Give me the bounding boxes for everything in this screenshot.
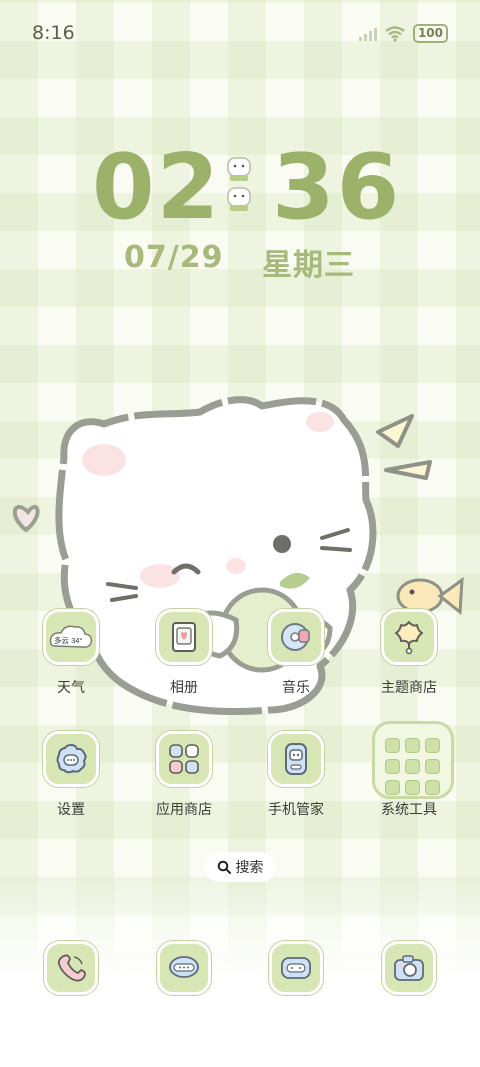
folder-app-icon: [425, 759, 440, 774]
status-bar: 8:16 100: [0, 0, 480, 68]
status-time: 8:16: [32, 22, 75, 44]
folder-system-tools[interactable]: [372, 721, 454, 799]
phone-icon: [44, 941, 98, 995]
browser-icon: [269, 941, 323, 995]
settings-icon: [43, 731, 99, 787]
weather-icon: 多云 34°: [43, 609, 99, 665]
battery-icon: 100: [412, 24, 448, 43]
app-store-icon: [156, 731, 212, 787]
app-label: 系统工具: [381, 802, 437, 818]
dock-browser[interactable]: [246, 941, 346, 995]
folder-app-icon: [385, 780, 400, 795]
app-label: 手机管家: [268, 802, 324, 818]
cat-colon-icon: [227, 157, 251, 211]
app-theme-store[interactable]: 主题商店: [359, 609, 459, 697]
folder-label-wrap: 系统工具: [359, 799, 459, 819]
app-weather[interactable]: 多云 34° 天气: [21, 609, 121, 697]
theme-store-icon: [381, 609, 437, 665]
app-settings[interactable]: 设置: [21, 731, 121, 819]
folder-app-icon: [385, 759, 400, 774]
app-app-store[interactable]: 应用商店: [134, 731, 234, 819]
weather-text: 多云 34°: [54, 635, 82, 645]
folder-app-icon: [405, 738, 420, 753]
search-icon: [217, 860, 231, 874]
app-label: 音乐: [282, 680, 310, 696]
music-icon: [268, 609, 324, 665]
app-label: 相册: [170, 680, 198, 696]
date-line: 07/29 星期三: [0, 240, 480, 283]
dock-messages[interactable]: [134, 941, 234, 995]
folder-app-icon: [425, 780, 440, 795]
gallery-icon: [156, 609, 212, 665]
folder-app-icon: [405, 759, 420, 774]
status-icons: 100: [358, 24, 448, 43]
messages-icon: [157, 941, 211, 995]
app-gallery[interactable]: 相册: [134, 609, 234, 697]
app-label: 设置: [57, 802, 85, 818]
folder-icon: [385, 738, 440, 795]
app-label: 主题商店: [381, 680, 437, 696]
search-button[interactable]: 搜索: [204, 852, 276, 882]
date-text: 07/29: [124, 240, 224, 275]
app-phone-manager[interactable]: 手机管家: [246, 731, 346, 819]
folder-app-icon: [405, 780, 420, 795]
dock-phone[interactable]: [21, 941, 121, 995]
dock-camera[interactable]: [359, 941, 459, 995]
folder-app-icon: [385, 738, 400, 753]
app-label: 应用商店: [156, 802, 212, 818]
clock-minute: 36: [272, 135, 402, 240]
app-music[interactable]: 音乐: [246, 609, 346, 697]
weekday-text: 星期三: [262, 248, 355, 283]
clock-widget[interactable]: 02 36: [0, 138, 480, 238]
app-label: 天气: [57, 680, 85, 696]
signal-icon: [358, 27, 377, 41]
phone-manager-icon: [268, 731, 324, 787]
wifi-icon: [385, 25, 405, 42]
folder-app-icon: [425, 738, 440, 753]
camera-icon: [382, 941, 436, 995]
clock-hour: 02: [92, 135, 222, 240]
search-label: 搜索: [235, 860, 264, 876]
